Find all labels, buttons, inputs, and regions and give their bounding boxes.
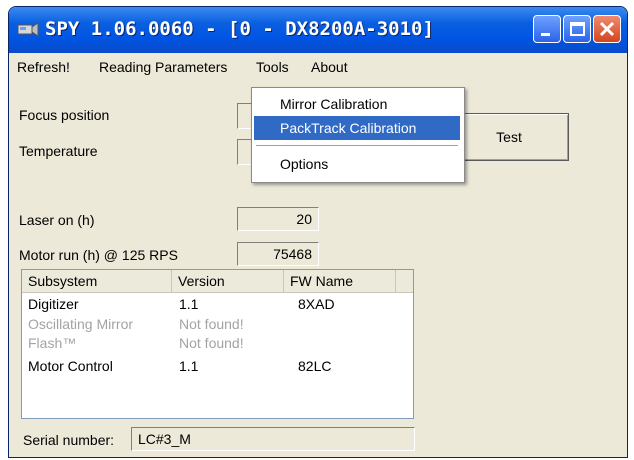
tools-dropdown-menu: Mirror Calibration PackTrack Calibration… [251, 87, 465, 183]
temperature-label: Temperature [19, 143, 98, 159]
list-header: Subsystem Version FW Name [22, 270, 413, 293]
maximize-icon [570, 22, 585, 36]
menu-separator [256, 145, 458, 147]
subsystem-name: Motor Control [28, 358, 113, 374]
list-item[interactable]: Digitizer 1.1 8XAD [22, 294, 413, 314]
subsystem-version: 1.1 [179, 358, 199, 374]
subsystem-name: Oscillating Mirror [28, 316, 134, 332]
focus-position-label: Focus position [19, 107, 110, 123]
minimize-button[interactable] [533, 15, 561, 43]
title-bar[interactable]: SPY 1.06.0060 - [0 - DX8200A-3010] [9, 7, 627, 53]
laser-on-label: Laser on (h) [19, 212, 95, 228]
menu-bar: Refresh! Reading Parameters Tools About [9, 53, 627, 81]
serial-number-value: LC#3_M [131, 427, 415, 451]
list-item[interactable]: Flash™ Not found! [22, 333, 413, 353]
motor-run-label: Motor run (h) @ 125 RPS [19, 247, 178, 263]
column-version[interactable]: Version [172, 270, 284, 292]
subsystem-version: Not found! [179, 316, 244, 332]
spy-window: SPY 1.06.0060 - [0 - DX8200A-3010] Refre… [8, 6, 628, 458]
subsystem-list[interactable]: Subsystem Version FW Name Digitizer 1.1 … [21, 269, 414, 419]
menu-reading-parameters[interactable]: Reading Parameters [99, 59, 227, 75]
laser-on-value: 20 [237, 207, 319, 231]
menu-refresh[interactable]: Refresh! [17, 59, 70, 75]
test-button[interactable]: Test [449, 113, 569, 161]
subsystem-version: Not found! [179, 335, 244, 351]
app-icon [17, 22, 39, 37]
serial-number-label: Serial number: [23, 432, 115, 448]
menu-about[interactable]: About [311, 59, 348, 75]
maximize-button[interactable] [563, 15, 591, 43]
list-item[interactable]: Motor Control 1.1 82LC [22, 356, 413, 376]
close-icon [599, 21, 615, 37]
column-fw-name[interactable]: FW Name [284, 270, 396, 292]
list-item[interactable]: Oscillating Mirror Not found! [22, 314, 413, 334]
close-button[interactable] [593, 15, 621, 43]
menu-item-mirror-calibration[interactable]: Mirror Calibration [254, 92, 460, 116]
subsystem-fw: 82LC [298, 358, 332, 374]
subsystem-fw: 8XAD [298, 296, 335, 312]
menu-tools[interactable]: Tools [256, 59, 289, 75]
column-subsystem[interactable]: Subsystem [22, 270, 172, 292]
subsystem-version: 1.1 [179, 296, 199, 312]
minimize-icon [541, 33, 550, 36]
menu-item-options[interactable]: Options [254, 152, 460, 176]
subsystem-name: Digitizer [28, 296, 79, 312]
subsystem-name: Flash™ [28, 335, 77, 351]
window-title: SPY 1.06.0060 - [0 - DX8200A-3010] [45, 18, 434, 40]
motor-run-value: 75468 [237, 242, 319, 266]
menu-item-packtrack-calibration[interactable]: PackTrack Calibration [254, 116, 460, 140]
